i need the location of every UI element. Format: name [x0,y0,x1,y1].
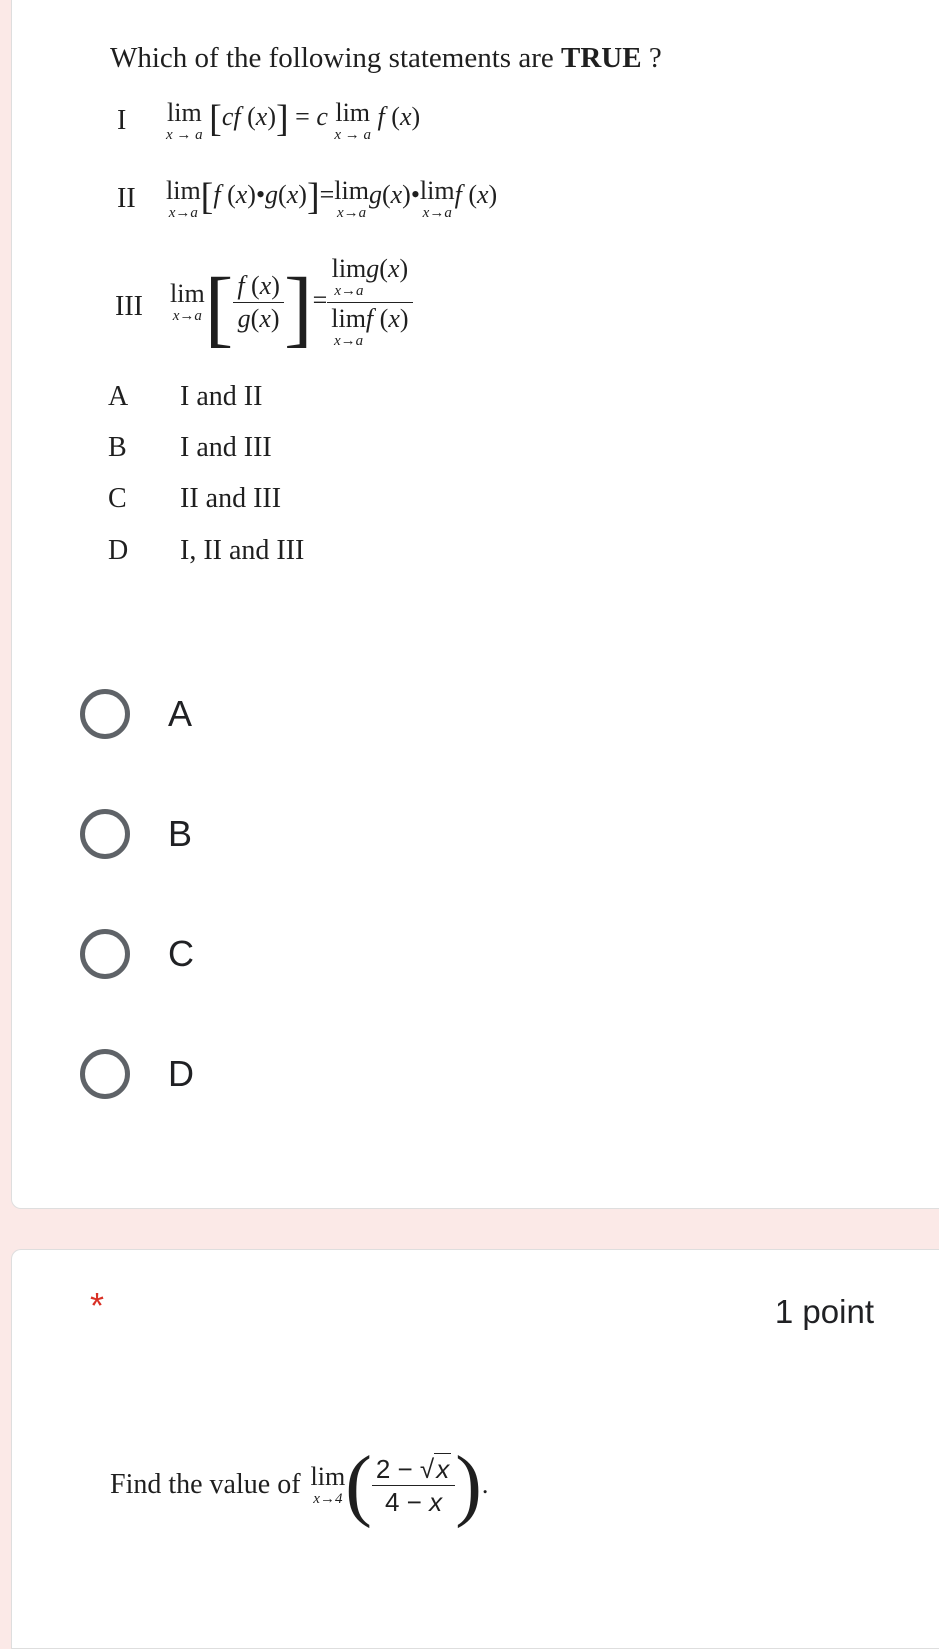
statement-formula-3: lim x→a[f (x) g(x)]= lim x→a g(x) lim x→a f (x) [170,256,413,350]
statement-formula-1: lim x → a [cf (x)] = c lim x → a f (x) [166,98,421,143]
points-label: 1 point [774,1293,874,1330]
radio-circle-icon[interactable] [80,689,130,739]
statement-formula-2: lim x→a [f (x)•g(x)]=lim x→a g(x)•lim x→a f (x… [166,176,498,221]
radio-label-b: B [168,813,193,854]
radio-option-c[interactable]: C [80,924,194,984]
choice-text-d: I, II and III [180,535,305,566]
choice-text-c: II and III [180,483,282,514]
radio-option-b[interactable]: B [80,804,192,864]
question-2-text: Find the value of [110,1469,301,1500]
radio-option-d[interactable]: D [80,1044,194,1104]
statement-numeral-3: III [115,291,143,322]
question-2-prompt: Find the value of lim x→4 ( 2 − √x 4 − x )… [110,1445,488,1525]
required-asterisk: * [90,1285,105,1326]
choice-letter-d: D [108,535,129,566]
radio-label-d: D [168,1053,194,1094]
statement-numeral-1: I [117,105,127,136]
radio-circle-icon[interactable] [80,929,130,979]
choice-text-b: I and III [180,432,272,463]
radio-circle-icon[interactable] [80,809,130,859]
statement-numeral-2: II [117,183,136,214]
radio-label-a: A [168,693,193,734]
radio-option-a[interactable]: A [80,684,192,744]
choice-letter-b: B [108,432,127,463]
question-2-formula: lim x→4 ( 2 − √x 4 − x ). [310,1441,489,1529]
radio-circle-icon[interactable] [80,1049,130,1099]
choice-text-a: I and II [180,381,263,412]
choice-letter-c: C [108,483,127,514]
choice-letter-a: A [108,381,129,412]
radio-label-c: C [168,933,194,974]
question-title: Which of the following statements are TR… [110,42,662,74]
